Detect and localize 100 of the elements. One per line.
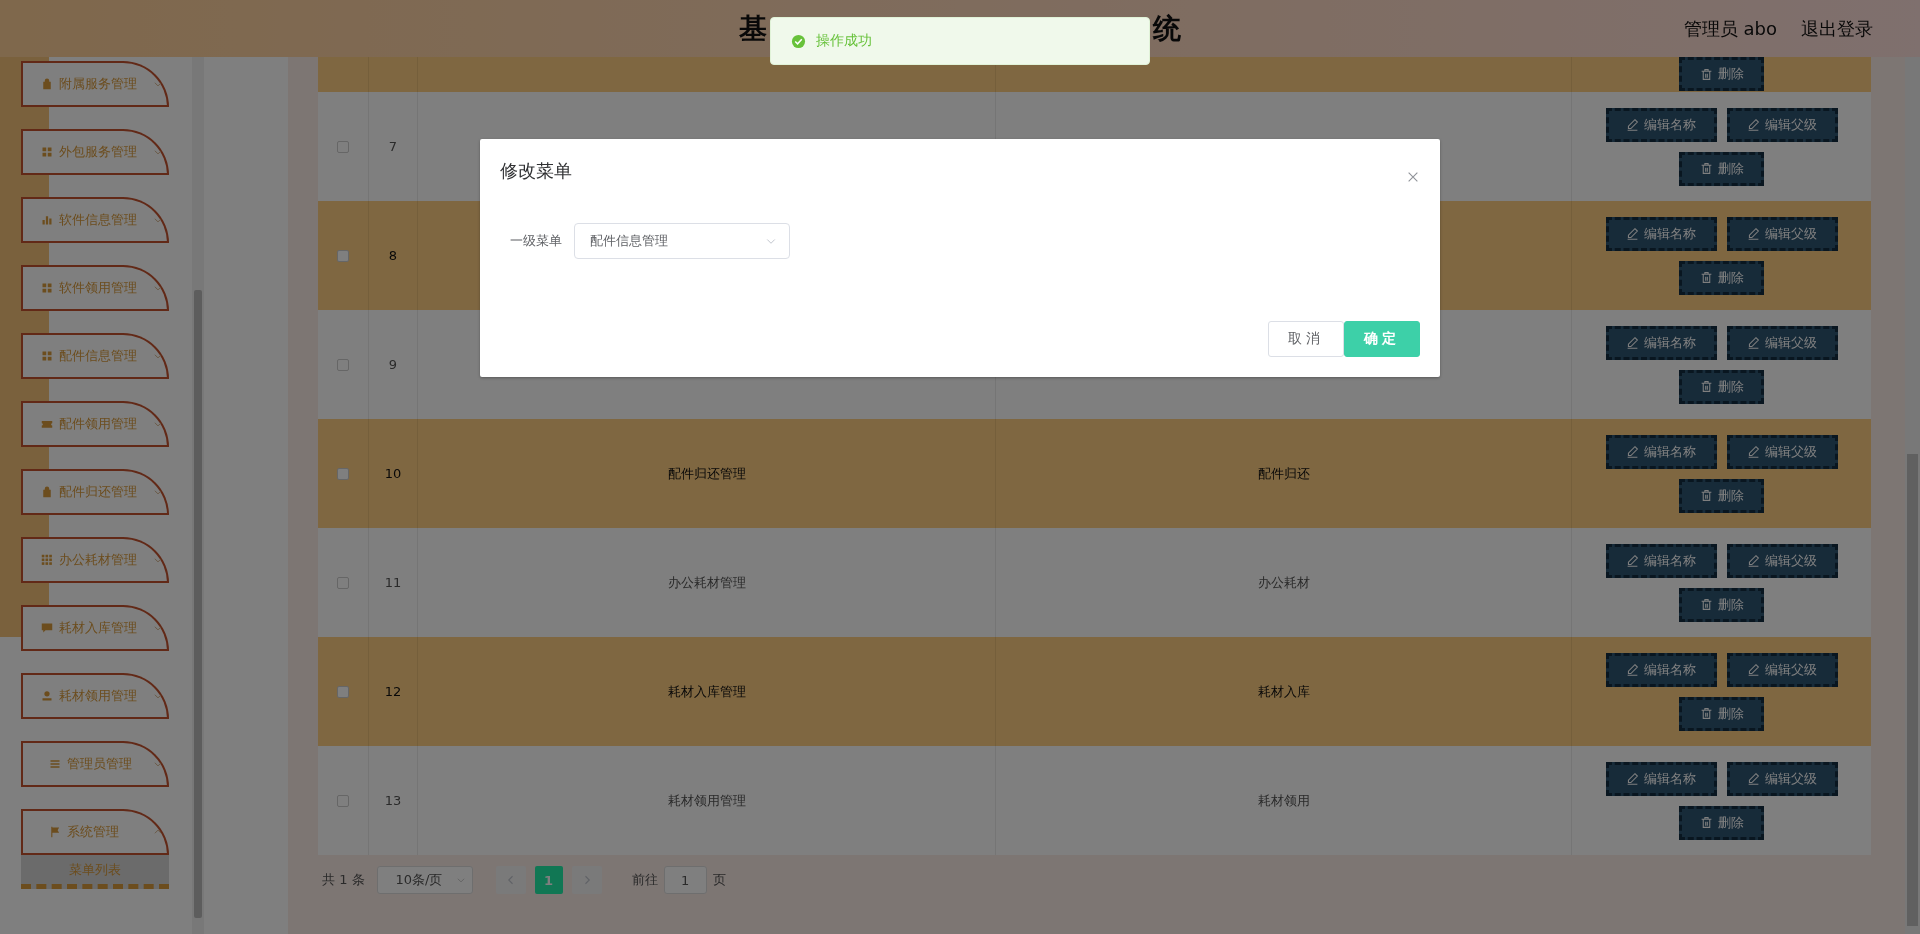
row-index: 8 [388,248,398,263]
menu-icon [49,758,61,770]
delete-button[interactable]: 删除 [1679,151,1764,186]
delete-button[interactable]: 删除 [1679,587,1764,622]
delete-button[interactable]: 删除 [1679,696,1764,731]
edit-button[interactable]: 编辑父级 [1726,761,1838,796]
sidebar-item[interactable]: 附属服务管理 [21,61,169,107]
edit-button[interactable]: 编辑名称 [1605,652,1717,687]
row-checkbox[interactable] [337,249,349,262]
check-circle-icon [791,33,806,49]
bag-icon [41,486,53,498]
sidebar-item[interactable]: 配件领用管理 [21,401,169,447]
confirm-button[interactable]: 确定 [1344,321,1420,357]
bar-chart-icon [41,214,53,226]
trash-icon [1699,67,1713,81]
goto-label: 前往 [631,871,658,889]
row-index: 10 [384,466,402,481]
delete-button[interactable]: 删除 [1679,478,1764,513]
pencil-icon [1626,554,1639,567]
sidebar-item[interactable]: 管理员管理 [21,741,169,787]
row-checkbox[interactable] [337,140,349,153]
sidebar-item[interactable]: 耗材领用管理 [21,673,169,719]
menu-name: 耗材领用管理 [667,791,746,810]
edit-button[interactable]: 编辑名称 [1605,761,1717,796]
sidebar-item[interactable]: 耗材入库管理 [21,605,169,651]
menu-value: 耗材入库 [1257,682,1310,701]
edit-button[interactable]: 编辑名称 [1605,325,1717,360]
page-suffix: 页 [712,871,726,889]
sidebar-item[interactable]: 办公耗材管理 [21,537,169,583]
scrollbar[interactable] [1907,454,1918,926]
edit-button[interactable]: 编辑父级 [1726,107,1838,142]
edit-button[interactable]: 编辑父级 [1726,543,1838,578]
delete-button[interactable]: 删除 [1679,369,1764,404]
sidebar-item[interactable]: 外包服务管理 [21,129,169,175]
flag-icon [49,826,61,838]
logout-link[interactable]: 退出登录 [1801,16,1873,41]
app-title: 统 [1153,11,1181,47]
row-checkbox[interactable] [337,467,349,480]
grid-icon [41,146,53,158]
pencil-icon [1747,336,1760,349]
parent-menu-select[interactable]: 配件信息管理 [574,223,790,259]
pencil-icon [1747,663,1760,676]
pencil-icon [1626,118,1639,131]
delete-button[interactable]: 删除 [1679,260,1764,295]
delete-button[interactable]: 删除 [1679,57,1764,91]
prev-page-button[interactable] [495,866,526,894]
bag-icon [41,78,53,90]
pencil-icon [1747,118,1760,131]
dialog-title: 修改菜单 [500,159,572,183]
pencil-icon [1626,663,1639,676]
trash-icon [1699,707,1713,720]
trash-icon [1699,380,1713,393]
pencil-icon [1747,445,1760,458]
edit-button[interactable]: 编辑父级 [1726,434,1838,469]
edit-button[interactable]: 编辑名称 [1605,107,1717,142]
sidebar-item[interactable]: 系统管理 [21,809,169,855]
edit-button[interactable]: 编辑名称 [1605,216,1717,251]
next-page-button[interactable] [571,866,602,894]
trash-icon [1699,162,1713,175]
sidebar-item[interactable]: 配件归还管理 [21,469,169,515]
ticket-icon [41,418,53,430]
edit-button[interactable]: 编辑名称 [1605,543,1717,578]
edit-button[interactable]: 编辑父级 [1726,652,1838,687]
grid-icon [41,282,53,294]
row-index: 9 [388,357,398,372]
row-index: 12 [384,684,402,699]
cancel-button[interactable]: 取消 [1268,321,1344,357]
field-label: 一级菜单 [510,232,562,250]
row-checkbox[interactable] [337,794,349,807]
row-checkbox[interactable] [337,358,349,371]
pencil-icon [1626,336,1639,349]
row-index: 13 [384,793,402,808]
pencil-icon [1626,227,1639,240]
delete-button[interactable]: 删除 [1679,805,1764,840]
pencil-icon [1747,554,1760,567]
chat-icon [41,622,53,634]
sidebar-item[interactable]: 软件信息管理 [21,197,169,243]
trash-icon [1699,816,1713,829]
menu-value: 办公耗材 [1257,573,1310,592]
grid-icon [41,554,53,566]
edit-button[interactable]: 编辑父级 [1726,216,1838,251]
row-checkbox[interactable] [337,685,349,698]
trash-icon [1699,489,1713,502]
app-title: 基 [739,11,767,47]
pencil-icon [1747,772,1760,785]
goto-page-field[interactable]: 1 [663,866,707,894]
page-size-select[interactable]: 10条/页 [376,866,473,894]
trash-icon [1699,271,1713,284]
sidebar-item[interactable]: 配件信息管理 [21,333,169,379]
pencil-icon [1747,227,1760,240]
chevron-down-icon [455,875,466,885]
sidebar-item[interactable]: 软件领用管理 [21,265,169,311]
menu-value: 耗材领用 [1257,791,1310,810]
total-count: 共 1 条 [322,871,365,889]
row-checkbox[interactable] [337,576,349,589]
scrollbar[interactable] [194,290,202,918]
edit-button[interactable]: 编辑父级 [1726,325,1838,360]
pencil-icon [1626,772,1639,785]
pencil-icon [1626,445,1639,458]
edit-button[interactable]: 编辑名称 [1605,434,1717,469]
